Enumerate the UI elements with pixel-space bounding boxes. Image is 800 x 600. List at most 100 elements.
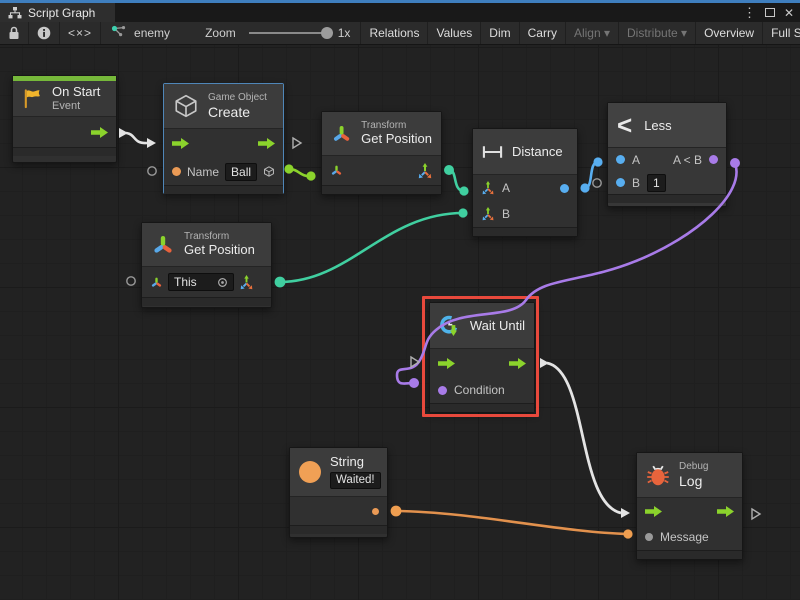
wire-endpoint	[306, 171, 315, 180]
less-than-icon: <	[617, 112, 632, 138]
carry-button[interactable]: Carry	[520, 22, 566, 44]
node-create[interactable]: Game Object Create Name Ball	[163, 83, 284, 194]
transform-input-port[interactable]	[150, 276, 163, 289]
wire-endpoint	[593, 157, 602, 166]
b-value-field[interactable]: 1	[647, 174, 666, 192]
transform-icon	[331, 122, 352, 146]
zoom-slider[interactable]	[249, 32, 331, 34]
less-input-a-port[interactable]	[616, 155, 625, 164]
zoom-label: Zoom	[205, 26, 236, 40]
maximize-icon[interactable]	[765, 8, 775, 17]
flow-input-port[interactable]	[172, 138, 189, 149]
graph-canvas[interactable]: On Start Event Game Object Create	[0, 45, 800, 600]
wire-string-to-debuglog[interactable]	[396, 511, 628, 534]
node-get-position-2[interactable]: Transform Get Position This	[141, 222, 272, 308]
tab-script-graph[interactable]: Script Graph	[0, 3, 115, 22]
b-value: 1	[653, 176, 660, 190]
transform-input-port[interactable]	[330, 164, 343, 177]
wire-source-arrow	[540, 358, 549, 368]
wire-arrowhead	[621, 508, 630, 518]
message-input-port[interactable]	[645, 533, 653, 541]
wire-endpoint	[623, 529, 632, 538]
string-value: Waited!	[336, 474, 375, 487]
flow-output-port[interactable]	[258, 138, 275, 149]
node-title: Get Position	[361, 132, 432, 147]
flow-output-port[interactable]	[717, 506, 734, 517]
target-value-field[interactable]: This	[168, 273, 234, 291]
input-b-label: B	[502, 207, 510, 221]
node-less[interactable]: < Less A A < B B 1	[607, 102, 727, 207]
titlebar: Script Graph ⋮ ✕	[0, 0, 800, 22]
string-output-port[interactable]	[372, 508, 379, 515]
distance-output-port[interactable]	[560, 184, 569, 193]
window-menu-icon[interactable]: ⋮	[743, 5, 756, 21]
dim-button[interactable]: Dim	[481, 22, 519, 44]
wire-getposition1-to-distance-a[interactable]	[449, 170, 464, 191]
unconnected-flow-marker[interactable]	[752, 509, 760, 519]
unconnected-flow-marker[interactable]	[411, 357, 419, 367]
graph-toolbar: <×> enemy Zoom 1x Relations Values Dim C…	[0, 22, 800, 45]
unconnected-flow-marker[interactable]	[293, 138, 301, 148]
code-brackets-icon: <×>	[68, 26, 92, 40]
output-label: A < B	[673, 153, 702, 167]
align-dropdown[interactable]: Align ▾	[566, 22, 619, 44]
wire-source-arrow	[119, 128, 128, 138]
distribute-dropdown[interactable]: Distribute ▾	[619, 22, 696, 44]
node-footer	[473, 227, 577, 236]
node-title: Create	[208, 104, 267, 120]
wire-getposition2-to-distance-b[interactable]	[280, 213, 463, 282]
values-button[interactable]: Values	[428, 22, 481, 44]
less-output-port[interactable]	[709, 155, 718, 164]
node-footer	[142, 297, 271, 306]
wire-onstart-to-create[interactable]	[126, 133, 147, 143]
name-input-port[interactable]	[172, 167, 181, 176]
name-value-field[interactable]: Ball	[225, 163, 257, 181]
zoom-slider-handle[interactable]	[321, 27, 333, 39]
node-subtitle: Event	[52, 100, 100, 113]
flow-output-port[interactable]	[91, 127, 108, 138]
wire-endpoint	[284, 164, 293, 173]
flow-input-port[interactable]	[645, 506, 662, 517]
unconnected-value-marker[interactable]	[148, 167, 156, 175]
vector3-input-port-a[interactable]	[481, 181, 495, 195]
input-a-label: A	[502, 181, 510, 195]
info-button[interactable]	[29, 22, 60, 44]
wire-endpoint	[459, 186, 468, 195]
vector3-output-port[interactable]	[239, 275, 254, 290]
unconnected-value-marker[interactable]	[593, 179, 601, 187]
node-on-start[interactable]: On Start Event	[12, 75, 117, 163]
wire-endpoint	[730, 158, 740, 168]
graph-reference-icon	[111, 25, 127, 41]
chevron-down-icon: ▾	[681, 26, 687, 40]
overview-button[interactable]: Overview	[696, 22, 763, 44]
object-picker-icon[interactable]	[217, 277, 228, 288]
less-input-b-port[interactable]	[616, 178, 625, 187]
node-category: Debug	[679, 461, 708, 473]
flag-icon	[22, 88, 43, 109]
wire-endpoint	[580, 183, 589, 192]
code-view-button[interactable]: <×>	[60, 22, 101, 44]
input-b-label: B	[632, 176, 640, 190]
wire-create-to-getposition1[interactable]	[289, 169, 311, 176]
graph-name[interactable]: enemy	[134, 26, 170, 40]
unconnected-value-marker[interactable]	[127, 277, 135, 285]
vector3-output-port[interactable]	[417, 163, 433, 179]
relations-button[interactable]: Relations	[361, 22, 428, 44]
vector3-input-port-b[interactable]	[481, 207, 495, 221]
node-get-position-1[interactable]: Transform Get Position	[321, 111, 442, 195]
close-icon[interactable]: ✕	[784, 6, 794, 20]
string-value-field[interactable]: Waited!	[330, 472, 381, 489]
name-port-label: Name	[187, 165, 219, 179]
align-label: Align	[574, 26, 601, 40]
lock-button[interactable]	[0, 22, 29, 44]
node-debug-log[interactable]: Debug Log Message	[636, 452, 743, 560]
fullscreen-button[interactable]: Full Screen	[763, 22, 800, 44]
tab-title: Script Graph	[28, 6, 95, 20]
node-distance[interactable]: Distance A B	[472, 128, 578, 237]
node-footer	[637, 550, 742, 559]
cube-mini-icon	[263, 165, 275, 178]
wire-endpoint	[444, 165, 454, 175]
node-string[interactable]: String Waited!	[289, 447, 388, 538]
wire-waituntil-to-debuglog[interactable]	[547, 363, 621, 513]
wire-distance-to-less-a[interactable]	[585, 162, 598, 188]
